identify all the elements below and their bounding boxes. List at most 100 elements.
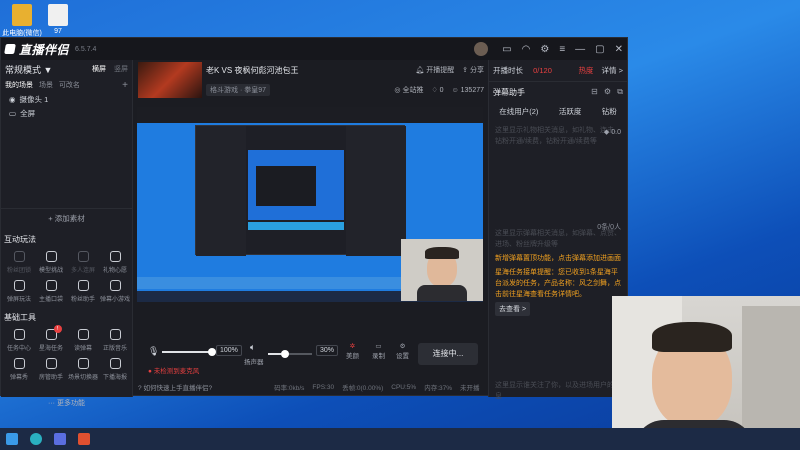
interactive-grid: 粉丝团锁 模型挑战 多人连屏 礼物心愿 弹屏玩法 主播口袋 粉丝助手 弹幕小游戏 — [1, 249, 132, 303]
tab-portrait[interactable]: 竖屏 — [114, 66, 128, 73]
music-icon — [109, 329, 121, 340]
close-icon[interactable]: ✕ — [615, 44, 623, 55]
scene-mode-dropdown[interactable]: 常规模式 ▼ — [5, 63, 52, 76]
stream-preview[interactable] — [137, 107, 483, 302]
tool-task-center[interactable]: 任务中心 — [3, 327, 35, 352]
speaker-icon[interactable]: 🔈︎ — [250, 342, 255, 353]
tool-fan-lock[interactable]: 粉丝团锁 — [3, 249, 35, 274]
add-scene-icon[interactable]: + — [122, 80, 128, 91]
stream-title[interactable]: 老K VS 夜枫何彪河池包王 — [206, 65, 298, 76]
windows-icon[interactable] — [6, 433, 18, 445]
tool-music[interactable]: 正版音乐 — [99, 327, 131, 352]
go-live-button[interactable]: 连接中... — [418, 343, 478, 365]
popout-icon[interactable]: ⧉ — [617, 87, 623, 96]
switch-icon — [77, 358, 89, 369]
record-button[interactable]: ▭ 录制 — [372, 342, 385, 360]
store-icon[interactable] — [54, 433, 66, 445]
gift-icon — [109, 251, 121, 262]
tool-gift-wish[interactable]: 礼物心愿 — [99, 249, 131, 274]
category-tag[interactable]: 格斗游戏 · 拳皇97 — [206, 84, 271, 96]
pocket-icon — [45, 280, 57, 291]
left-panel: 常规模式 ▼ 横屏 竖屏 我的场景 场景 可改名 + ◉ 摄像头 1 ▭ 全屏 … — [1, 60, 133, 407]
tool-danmu-show[interactable]: 弹幕秀 — [3, 356, 35, 381]
globe-icon: ◎ — [394, 87, 401, 94]
fps-status: FPS:30 — [312, 383, 335, 391]
tool-multi-link[interactable]: 多人连屏 — [67, 249, 99, 274]
tools-grid: 任务中心 ! 星海任务 读弹幕 正版音乐 弹幕秀 房管助手 场景切换器 下播海报 — [1, 325, 132, 381]
speech-icon — [77, 329, 89, 340]
danmu-tabs: 在线用户(2) 活跃度 钻粉 — [489, 102, 627, 121]
source-item-camera[interactable]: ◉ 摄像头 1 — [1, 92, 132, 106]
restore-icon[interactable]: ▢ — [595, 44, 604, 55]
edge-icon[interactable] — [30, 433, 42, 445]
add-source-button[interactable]: + 添加素材 — [1, 208, 132, 226]
tab-rename[interactable]: 可改名 — [59, 82, 80, 89]
ad-icon: ! — [45, 325, 62, 340]
desktop-icon-1[interactable]: 此电脑(微信) — [2, 4, 42, 38]
title-bar: 直播伴侣 6.5.7.4 ▭ ◠ ⚙ ≡ — ▢ ✕ — [1, 38, 627, 60]
gift-notice-placeholder: 这里显示礼物相关消息，如礼物、连击、钻粉开通/续费，钻粉开通/续费等 — [495, 127, 621, 145]
settings-icon[interactable]: ⚙ — [540, 44, 549, 55]
live-reminder-button[interactable]: 开播提醒 — [426, 67, 454, 74]
folder-icon — [12, 4, 32, 26]
tab-landscape[interactable]: 横屏 — [92, 66, 106, 73]
app-icon[interactable] — [78, 433, 90, 445]
settings-button[interactable]: ⚙ 设置 — [396, 342, 409, 360]
danmu-assistant-title: 弹幕助手 — [493, 87, 525, 97]
tool-end-poster[interactable]: 下播海报 — [99, 356, 131, 381]
speaker-volume-value: 30% — [316, 345, 339, 356]
user-avatar[interactable] — [474, 42, 489, 56]
shield-icon — [45, 251, 57, 262]
desktop-icon-label: 97 — [54, 28, 62, 35]
tool-read-danmu[interactable]: 读弹幕 — [67, 327, 99, 352]
users-icon — [77, 251, 89, 262]
speaker-volume-slider[interactable] — [268, 350, 312, 358]
tool-model-challenge[interactable]: 模型挑战 — [35, 249, 67, 274]
beauty-button[interactable]: ✲ 美颜 — [346, 342, 359, 360]
tab-online-users[interactable]: 在线用户(2) — [499, 106, 538, 117]
minimize-icon[interactable]: — — [575, 44, 585, 55]
bell-icon: 🔔︎ — [415, 67, 425, 74]
stream-cover-thumbnail[interactable] — [138, 62, 202, 98]
visibility-button[interactable]: 全站推 — [402, 87, 423, 94]
tool-room-admin[interactable]: 房管助手 — [35, 356, 67, 381]
pin-icon[interactable]: ⊟ — [591, 87, 598, 96]
tab-scenes[interactable]: 场景 — [39, 82, 53, 89]
follow-notice-placeholder: 这里显示谁关注了你，以及进场用户的消息 — [495, 382, 621, 400]
tool-fan-helper[interactable]: 粉丝助手 — [67, 278, 99, 303]
source-item-fullscreen[interactable]: ▭ 全屏 — [1, 106, 132, 120]
heat-label: 热度 — [578, 66, 594, 75]
headset-icon[interactable]: ◠ — [522, 44, 531, 55]
more-features-button[interactable]: ··· 更多功能 — [1, 398, 132, 408]
tab-activity[interactable]: 活跃度 — [559, 106, 582, 117]
tool-danmu-game[interactable]: 弹幕小游戏 — [99, 278, 131, 303]
share-button[interactable]: 分享 — [470, 67, 484, 74]
lock-icon — [13, 251, 25, 262]
settings-icon[interactable]: ⚙ — [604, 87, 611, 96]
like-icon: ♢ — [431, 87, 438, 94]
monitor-icon: ▭ — [9, 108, 17, 118]
mic-volume-slider[interactable] — [162, 348, 216, 356]
speaker-label: 扬声器 — [244, 359, 264, 366]
desktop-icon-2[interactable]: 97 — [38, 4, 78, 35]
mic-warning: ● 未检测到麦克风 — [148, 368, 200, 375]
menu-icon[interactable]: ≡ — [559, 44, 565, 55]
chat-icon[interactable]: ▭ — [502, 44, 511, 55]
tool-popup-play[interactable]: 弹屏玩法 — [3, 278, 35, 303]
live-stats-header: 开播时长 0/120 热度 详情 > — [489, 60, 627, 82]
tool-anchor-pocket[interactable]: 主播口袋 — [35, 278, 67, 303]
preview-titlebar — [137, 107, 483, 123]
tool-star-task[interactable]: ! 星海任务 — [35, 325, 67, 352]
help-link[interactable]: ? 如何快速上手直播伴侣? — [138, 382, 212, 392]
mic-icon[interactable]: 🎙︎ — [148, 346, 159, 357]
diamond-icon: ◆ — [603, 129, 610, 136]
tool-scene-switcher[interactable]: 场景切换器 — [67, 356, 99, 381]
details-button[interactable]: 详情 > — [602, 66, 623, 75]
gear-icon: ⚙ — [399, 343, 406, 350]
warning-icon: ● — [148, 368, 152, 375]
go-view-button[interactable]: 去查看 > — [495, 302, 531, 316]
tab-my-scenes[interactable]: 我的场景 — [5, 82, 33, 89]
tab-diamond-fans[interactable]: 钻粉 — [602, 106, 617, 117]
stream-info-header: 老K VS 夜枫何彪河池包王 格斗游戏 · 拳皇97 🔔︎ 开播提醒 ⇪ 分享 … — [134, 60, 488, 104]
danmu-notice-placeholder: 这里显示弹幕相关消息，如弹幕、点赞、进场、粉丝牌升级等 — [495, 230, 621, 248]
